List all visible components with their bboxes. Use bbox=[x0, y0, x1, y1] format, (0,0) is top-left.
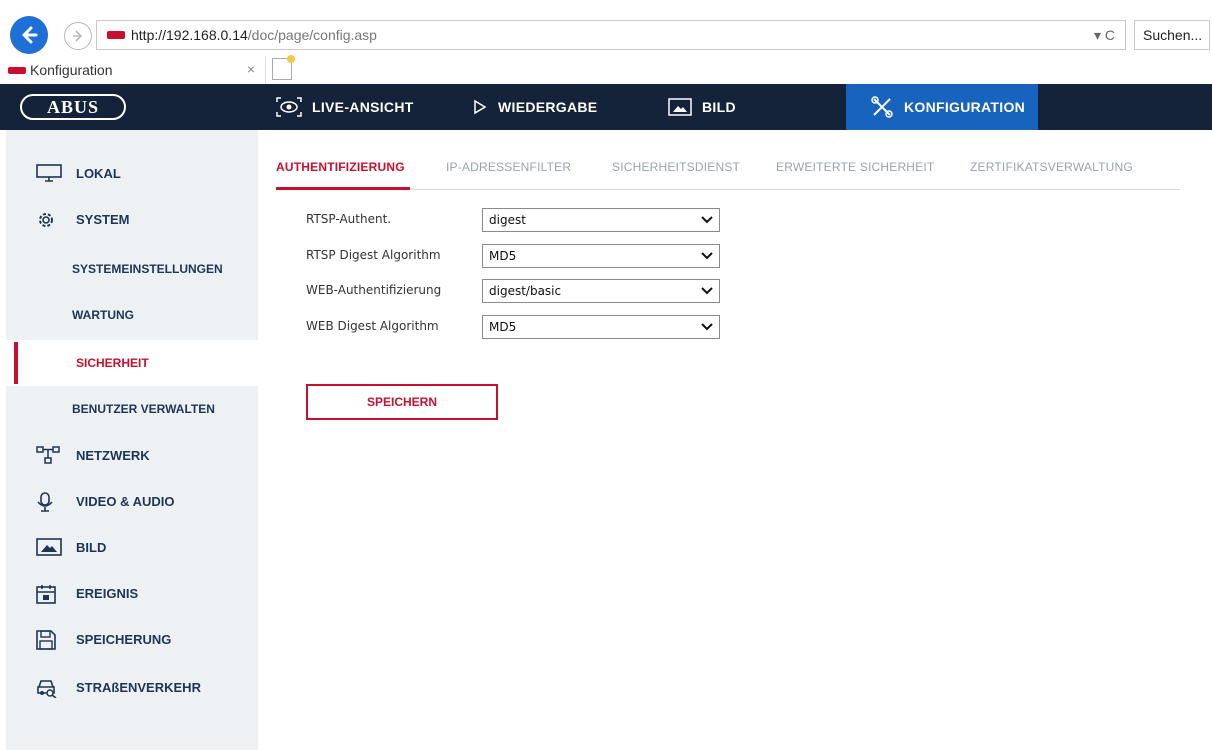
microphone-icon bbox=[36, 492, 54, 512]
rtsp-authent-label: RTSP-Authent. bbox=[306, 212, 392, 226]
browser-tab-title: Konfiguration bbox=[30, 62, 113, 78]
browser-search-input[interactable]: Suchen... bbox=[1134, 20, 1210, 50]
nav-live-view[interactable]: LIVE-ANSICHT bbox=[276, 84, 414, 130]
gear-icon bbox=[36, 210, 56, 230]
sidebar-item-sicherheit[interactable]: SICHERHEIT bbox=[6, 340, 258, 386]
sidebar-item-label: WARTUNG bbox=[72, 308, 134, 322]
web-auth-label: WEB-Authentifizierung bbox=[306, 283, 442, 297]
chevron-down-icon bbox=[701, 216, 713, 224]
browser-tab[interactable]: Konfiguration × bbox=[0, 56, 266, 84]
sidebar-item-label: LOKAL bbox=[76, 165, 121, 181]
sidebar-item-strassenverkehr[interactable]: STRAßENVERKEHR bbox=[6, 664, 258, 710]
save-button[interactable]: SPEICHERN bbox=[306, 384, 498, 420]
sidebar-item-label: NETZWERK bbox=[76, 447, 150, 463]
sidebar-item-label: EREIGNIS bbox=[76, 585, 139, 601]
forward-button[interactable] bbox=[64, 22, 92, 50]
content-tabs: AUTHENTIFIZIERUNG IP-ADRESSENFILTER SICH… bbox=[276, 150, 1180, 190]
tab-ip-adressenfilter[interactable]: IP-ADRESSENFILTER bbox=[446, 160, 571, 174]
eye-icon bbox=[276, 97, 302, 117]
sidebar-item-label: SYSTEMEINSTELLUNGEN bbox=[72, 262, 223, 276]
nav-live-label: LIVE-ANSICHT bbox=[312, 99, 414, 115]
chevron-down-icon bbox=[701, 287, 713, 295]
sidebar-item-label: VIDEO & AUDIO bbox=[76, 493, 175, 509]
new-tab-icon[interactable] bbox=[272, 55, 295, 80]
nav-playback-label: WIEDERGABE bbox=[498, 99, 598, 115]
back-button[interactable] bbox=[10, 16, 48, 54]
app-header: ABUS LIVE-ANSICHT WIEDERGABE BILD KONFIG… bbox=[0, 84, 1212, 130]
tab-authentifizierung[interactable]: AUTHENTIFIZIERUNG bbox=[276, 160, 405, 174]
chevron-down-icon bbox=[701, 323, 713, 331]
car-search-icon bbox=[36, 678, 58, 698]
network-icon bbox=[36, 446, 60, 464]
nav-image-label: BILD bbox=[702, 99, 736, 115]
sidebar-item-lokal[interactable]: LOKAL bbox=[6, 150, 258, 196]
arrow-right-icon bbox=[73, 30, 83, 42]
rtsp-digest-select[interactable]: MD5 bbox=[482, 244, 720, 268]
rtsp-authent-select[interactable]: digest bbox=[482, 208, 720, 232]
active-tab-indicator bbox=[276, 187, 410, 190]
browser-address-row: http://192.168.0.14 /doc/page/config.asp… bbox=[0, 0, 1212, 56]
sidebar-item-label: BENUTZER VERWALTEN bbox=[72, 402, 215, 416]
web-digest-value: MD5 bbox=[489, 320, 517, 334]
calendar-icon bbox=[36, 584, 56, 604]
sidebar-item-wartung[interactable]: WARTUNG bbox=[6, 292, 258, 338]
tab-erweiterte-sicherheit[interactable]: ERWEITERTE SICHERHEIT bbox=[776, 160, 934, 174]
sidebar-item-speicherung[interactable]: SPEICHERUNG bbox=[6, 616, 258, 662]
nav-configuration-label: KONFIGURATION bbox=[904, 99, 1026, 115]
sidebar-item-ereignis[interactable]: EREIGNIS bbox=[6, 570, 258, 616]
browser-tab-row: Konfiguration × bbox=[0, 55, 1212, 84]
sidebar-item-label: BILD bbox=[76, 539, 107, 555]
rtsp-digest-value: MD5 bbox=[489, 249, 517, 263]
rtsp-authent-value: digest bbox=[489, 213, 526, 227]
sidebar-item-label: SYSTEM bbox=[76, 211, 130, 227]
abus-logo: ABUS bbox=[20, 94, 126, 120]
sidebar: LOKAL SYSTEM SYSTEMEINSTELLUNGEN WARTUNG… bbox=[6, 130, 258, 750]
tools-icon bbox=[870, 95, 894, 119]
tab-zertifikatsverwaltung[interactable]: ZERTIFIKATSVERWALTUNG bbox=[970, 160, 1133, 174]
nav-image[interactable]: BILD bbox=[668, 84, 736, 130]
sidebar-item-systemeinstellungen[interactable]: SYSTEMEINSTELLUNGEN bbox=[6, 246, 258, 292]
sidebar-item-benutzer-verwalten[interactable]: BENUTZER VERWALTEN bbox=[6, 386, 258, 432]
play-icon bbox=[472, 99, 488, 115]
sidebar-item-label: SPEICHERUNG bbox=[76, 631, 172, 647]
image-icon bbox=[36, 538, 62, 556]
nav-playback[interactable]: WIEDERGABE bbox=[472, 84, 597, 130]
image-icon bbox=[668, 98, 692, 116]
web-digest-label: WEB Digest Algorithm bbox=[306, 319, 439, 333]
site-favicon-icon bbox=[107, 31, 125, 39]
url-path: /doc/page/config.asp bbox=[247, 27, 377, 43]
sidebar-item-label: SICHERHEIT bbox=[76, 356, 149, 370]
sidebar-item-netzwerk[interactable]: NETZWERK bbox=[6, 432, 258, 478]
floppy-icon bbox=[36, 630, 56, 650]
web-auth-value: digest/basic bbox=[489, 284, 562, 298]
sidebar-item-label: STRAßENVERKEHR bbox=[76, 679, 201, 695]
web-digest-select[interactable]: MD5 bbox=[482, 315, 720, 339]
sidebar-item-video-audio[interactable]: VIDEO & AUDIO bbox=[6, 478, 258, 524]
rtsp-digest-label: RTSP Digest Algorithm bbox=[306, 248, 441, 262]
sidebar-item-bild[interactable]: BILD bbox=[6, 524, 258, 570]
chevron-down-icon bbox=[701, 252, 713, 260]
monitor-icon bbox=[36, 164, 62, 182]
sidebar-item-system[interactable]: SYSTEM bbox=[6, 196, 258, 242]
arrow-left-icon bbox=[22, 26, 38, 44]
url-host: http://192.168.0.14 bbox=[131, 27, 248, 43]
nav-configuration[interactable]: KONFIGURATION bbox=[846, 84, 1038, 130]
refresh-icon[interactable]: ▾ C bbox=[1094, 27, 1115, 44]
address-bar[interactable]: http://192.168.0.14 /doc/page/config.asp… bbox=[96, 20, 1126, 50]
tab-favicon-icon bbox=[8, 66, 26, 74]
tab-sicherheitsdienst[interactable]: SICHERHEITSDIENST bbox=[612, 160, 740, 174]
web-auth-select[interactable]: digest/basic bbox=[482, 279, 720, 303]
close-tab-icon[interactable]: × bbox=[247, 61, 255, 77]
